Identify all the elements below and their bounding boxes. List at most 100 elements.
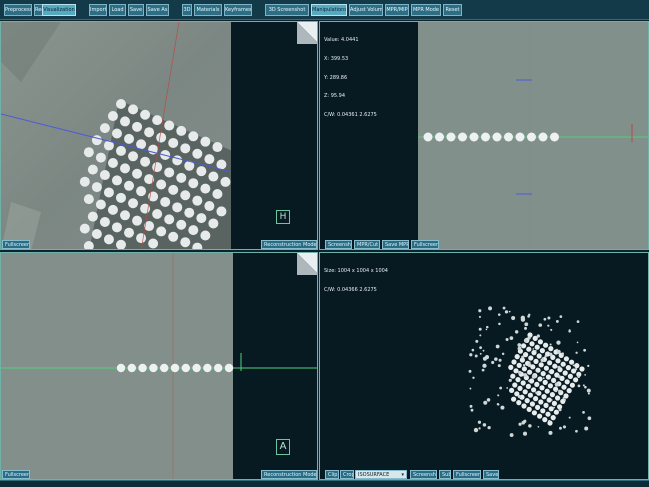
iso-speck: [497, 364, 501, 368]
3d-button[interactable]: 3D: [182, 4, 192, 16]
import-button[interactable]: Import: [89, 4, 107, 16]
screenshot-button[interactable]: Screenshot: [410, 470, 437, 479]
iso-dot: [579, 366, 585, 372]
iso-dot: [539, 348, 545, 354]
iso-speck: [550, 399, 553, 401]
iso-dot: [564, 379, 570, 385]
iso-dot: [573, 377, 579, 383]
iso-dot: [513, 368, 519, 374]
tab-preprocess[interactable]: Preprocess: [4, 4, 32, 16]
iso-speck: [577, 375, 581, 379]
sample-dot: [156, 226, 167, 237]
iso-speck: [505, 338, 509, 342]
tab-visualization[interactable]: Visualization: [42, 4, 76, 16]
volume-info: Size: 1004 x 1004 x 1004 C/W: 0.04366 2.…: [324, 256, 388, 306]
iso-speck: [527, 336, 531, 340]
iso-speck: [554, 389, 558, 393]
iso-speck: [535, 391, 538, 395]
iso-speck: [517, 343, 522, 347]
fullscreen-button[interactable]: Fullscreen: [2, 470, 30, 479]
clip-button[interactable]: Clip: [325, 470, 339, 479]
iso-speck: [558, 408, 562, 412]
manipulations-button[interactable]: Manipulations: [311, 4, 347, 16]
render-mode-select[interactable]: ISOSURFACE ▾: [355, 470, 407, 479]
sample-dot: [188, 178, 199, 189]
crop-button[interactable]: Crop: [340, 470, 354, 479]
bottom-left-image[interactable]: [1, 253, 318, 480]
sample-dot: [515, 132, 525, 142]
top-left-image[interactable]: [1, 22, 318, 250]
keyframes-button[interactable]: Keyframes: [224, 4, 252, 16]
3d-screenshot-button[interactable]: 3D Screenshot: [265, 4, 309, 16]
materials-button[interactable]: Materials: [194, 4, 222, 16]
iso-dot: [544, 388, 550, 394]
adjust-volume-button[interactable]: Adjust Volume: [349, 4, 383, 16]
iso-dot: [539, 385, 545, 391]
save-mpr-button[interactable]: Save MPR: [382, 240, 409, 249]
sample-dot: [170, 363, 180, 373]
bottom-right-3d-viewport[interactable]: Size: 1004 x 1004 x 1004 C/W: 0.04366 2.…: [319, 252, 649, 480]
iso-dot: [543, 402, 549, 408]
sub-button[interactable]: Sub: [439, 470, 451, 479]
sample-dot: [138, 363, 147, 373]
iso-dot: [529, 341, 535, 347]
iso-speck: [495, 344, 500, 349]
top-left-viewport[interactable]: H Fullscreen Reconstruction Mode: [0, 21, 318, 250]
sample-dot: [111, 222, 122, 233]
fullscreen-button[interactable]: Fullscreen: [2, 240, 30, 249]
iso-dot: [566, 388, 572, 394]
sample-dot: [99, 123, 110, 134]
iso-speck: [556, 348, 558, 351]
sample-dot: [224, 363, 234, 373]
sample-dot: [107, 157, 118, 168]
save-button[interactable]: Save: [128, 4, 144, 16]
sample-dot: [149, 363, 158, 373]
iso-speck: [540, 358, 545, 363]
bottom-left-viewport[interactable]: A Fullscreen Reconstruction Mode: [0, 252, 318, 480]
save-button[interactable]: Save: [483, 470, 499, 479]
sample-dot: [192, 363, 201, 373]
iso-speck: [548, 352, 553, 357]
top-right-viewport[interactable]: Value: 4.0441 X: 399.53 Y: 289.86 Z: 95.…: [319, 21, 649, 250]
iso-speck: [557, 375, 561, 379]
fullscreen-button[interactable]: Fullscreen: [411, 240, 439, 249]
iso-dot: [550, 415, 556, 421]
sample-dot: [87, 211, 98, 222]
iso-speck: [497, 313, 501, 316]
iso-speck: [477, 420, 482, 424]
iso-dot: [545, 374, 551, 380]
sample-dot: [136, 139, 147, 150]
sample-dot: [208, 218, 219, 229]
sample-dot: [538, 132, 548, 142]
iso-dot: [548, 406, 554, 412]
sample-dot: [95, 199, 106, 210]
mpr-mode-button[interactable]: MPR Mode: [411, 4, 441, 16]
iso-speck: [500, 405, 505, 410]
iso-speck: [576, 320, 580, 323]
iso-speck: [562, 397, 565, 400]
sample-dot: [144, 127, 155, 138]
sample-dot: [124, 180, 135, 191]
sample-dot: [164, 167, 175, 178]
mpr-cut-button[interactable]: MPR/Cut: [354, 240, 380, 249]
sample-dot: [192, 195, 203, 206]
load-button[interactable]: Load: [109, 4, 126, 16]
iso-speck: [497, 394, 500, 397]
x-readout: X: 399.53: [324, 56, 349, 63]
sample-dot: [99, 170, 110, 181]
mpr-mip-button[interactable]: MPR/MIP: [385, 4, 409, 16]
fullscreen-button[interactable]: Fullscreen: [453, 470, 481, 479]
iso-speck: [475, 339, 479, 343]
iso-speck: [536, 334, 540, 338]
iso-speck: [486, 325, 489, 329]
save-as-button[interactable]: Save As: [146, 4, 169, 16]
sample-dot: [156, 132, 167, 143]
iso-dot: [509, 387, 515, 393]
reset-button[interactable]: Reset: [443, 4, 462, 16]
iso-speck: [509, 336, 514, 340]
reconstruction-mode-button[interactable]: Reconstruction Mode: [261, 470, 317, 479]
screenshot-button[interactable]: Screenshot: [325, 240, 352, 249]
iso-speck: [583, 348, 587, 352]
sample-dot: [103, 187, 114, 198]
reconstruction-mode-button[interactable]: Reconstruction Mode: [261, 240, 317, 249]
